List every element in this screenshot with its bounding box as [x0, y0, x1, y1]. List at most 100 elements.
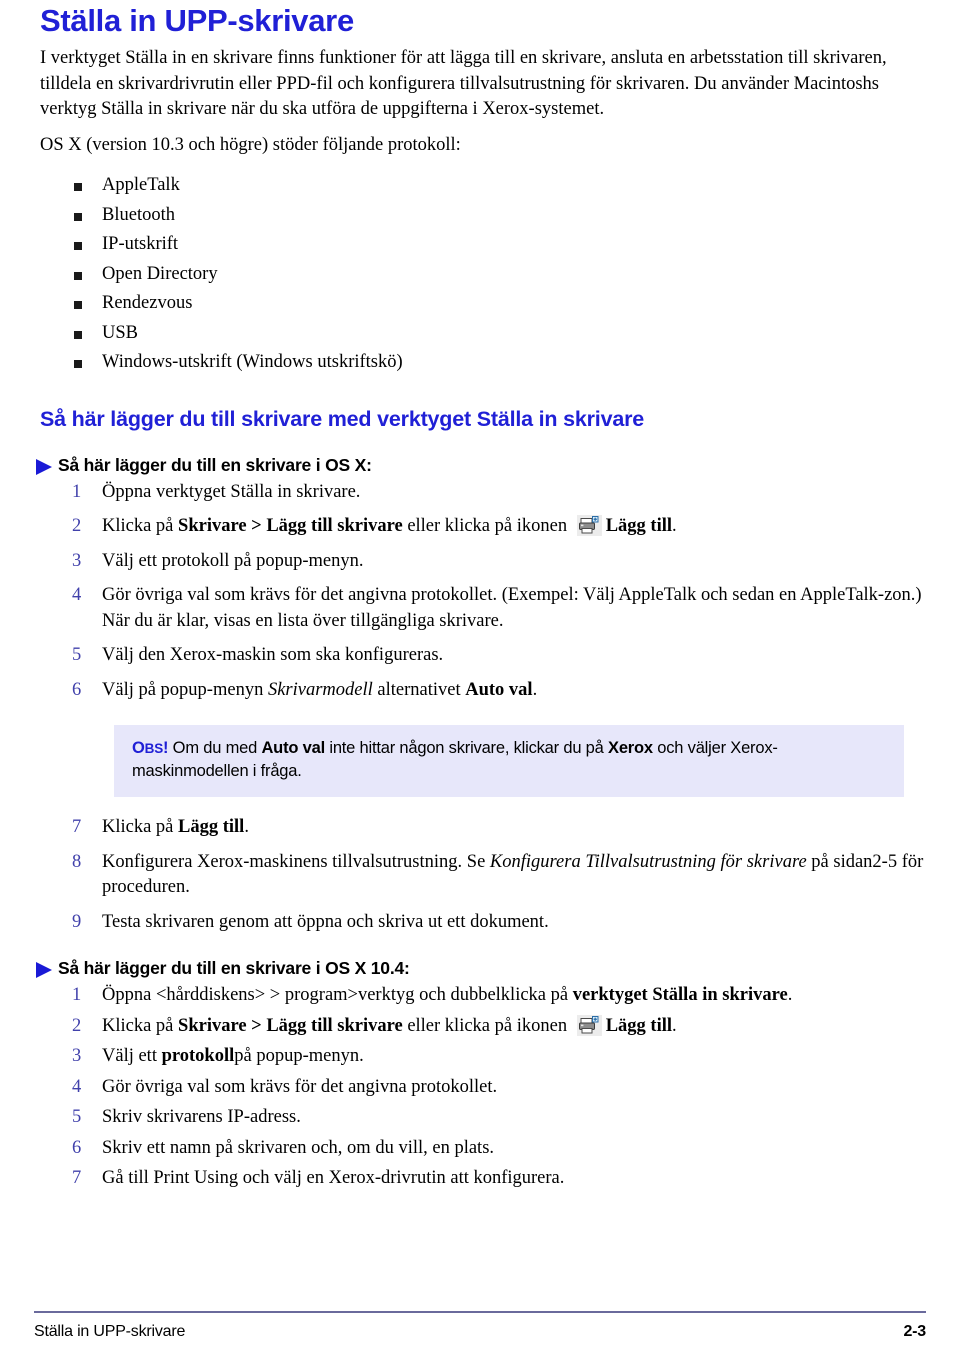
- list-item: Rendezvous: [34, 289, 926, 319]
- step-item: 6 Skriv ett namn på skrivaren och, om du …: [34, 1136, 926, 1162]
- list-item-label: IP-utskrift: [102, 234, 179, 254]
- text-run: eller klicka på ikonen: [402, 516, 572, 536]
- text-run: Öppna <hårddiskens> > program>verktyg oc…: [102, 985, 573, 1005]
- emphasis-bold: Xerox: [608, 739, 653, 757]
- square-bullet-icon: [74, 301, 82, 309]
- emphasis-bold: Lägg till: [605, 1015, 672, 1036]
- footer-page-number: 2-3: [903, 1323, 926, 1340]
- text-run: Välj ett protokoll på popup-menyn.: [102, 550, 364, 571]
- square-bullet-icon: [74, 212, 82, 221]
- emphasis-bold: protokoll: [161, 1046, 235, 1066]
- step-number: 6: [72, 679, 82, 700]
- step-item: 2 Klicka på Skrivare > Lägg till skrivare…: [34, 1014, 926, 1040]
- step-text: Välj ett protokollpå popup-menyn.: [102, 1046, 364, 1066]
- text-run: Klicka på: [102, 516, 179, 536]
- text-run: alternativet: [372, 679, 466, 700]
- list-item: Windows-utskrift (Windows utskriftskö): [34, 348, 926, 378]
- page-title: Ställa in UPP-skrivare: [40, 3, 354, 38]
- step-number: 2: [72, 516, 82, 536]
- arrow-right-icon: [34, 961, 58, 979]
- protocols-intro-text: OS X (version 10.3 och högre) stöder föl…: [40, 134, 461, 155]
- step-number: 5: [72, 645, 82, 665]
- text-run: Välj på popup-menyn: [102, 679, 268, 700]
- text-run: Gör övriga val som krävs för det angivna…: [102, 1076, 498, 1097]
- arrow-right-icon: [34, 458, 58, 476]
- step-item: 2 Klicka på Skrivare > Lägg till skrivare…: [34, 514, 926, 540]
- text-run: Gör övriga val som krävs för det angivna…: [102, 585, 922, 631]
- step-number: 5: [72, 1107, 82, 1127]
- step-number: 3: [72, 1046, 82, 1066]
- emphasis-italic: Konfigurera Tillvalsutrustning för skriv…: [489, 851, 807, 872]
- step-text: Skriv skrivarens IP-adress.: [102, 1107, 301, 1127]
- step-text: Välj på popup-menyn Skrivarmodell altern…: [102, 680, 537, 700]
- text-run: Välj den Xerox-maskin som ska konfigurer…: [102, 645, 444, 665]
- emphasis-bold: Auto val: [261, 739, 325, 757]
- emphasis-bold: Lägg till: [178, 817, 245, 837]
- printer-add-icon: [576, 515, 602, 536]
- square-bullet-icon: [74, 242, 82, 250]
- square-bullet-icon: [74, 330, 82, 339]
- step-item: 4 Gör övriga val som krävs för det angivn…: [34, 583, 926, 634]
- emphasis-bold: verktyget Ställa in skrivare: [572, 985, 788, 1005]
- steps-osx: 1 Öppna verktyget Ställa in skrivare. 2 Kli…: [34, 480, 926, 704]
- note-box: OBS! Om du med Auto val inte hittar någo…: [114, 725, 904, 797]
- text-run: Öppna verktyget Ställa in skrivare.: [102, 481, 361, 502]
- document-page: Ställa in UPP-skrivare I verktyget Ställ…: [0, 4, 960, 1363]
- step-number: 4: [72, 585, 82, 605]
- square-bullet-icon: [74, 271, 82, 280]
- text-run: .: [532, 679, 538, 700]
- text-run: Klicka på: [102, 817, 179, 837]
- list-item-label: Bluetooth: [102, 204, 175, 225]
- step-item: 5 Välj den Xerox-maskin som ska konfigure…: [34, 643, 926, 669]
- text-run: Klicka på: [102, 1015, 179, 1036]
- step-number: 7: [72, 1168, 82, 1188]
- emphasis-italic: Skrivarmodell: [267, 679, 373, 700]
- emphasis-bold: Skrivare > Lägg till skrivare: [178, 1015, 403, 1036]
- text-run: .: [787, 985, 793, 1005]
- step-number: 8: [72, 851, 82, 872]
- note-body: Om du med Auto val inte hittar någon skr…: [132, 739, 778, 780]
- list-item-label: Windows-utskrift (Windows utskriftskö): [102, 352, 403, 372]
- text-run: Skriv ett namn på skrivaren och, om du v…: [102, 1137, 495, 1158]
- step-text: Skriv ett namn på skrivaren och, om du v…: [102, 1138, 494, 1158]
- step-text: Klicka på Skrivare > Lägg till skrivare …: [102, 515, 677, 536]
- printer-add-icon: [576, 1014, 602, 1036]
- intro-paragraph: I verktyget Ställa in en skrivare finns …: [40, 48, 887, 119]
- step-item: 3 Välj ett protokollpå popup-menyn.: [34, 1044, 926, 1070]
- text-run: eller klicka på ikonen: [402, 1015, 572, 1036]
- step-item: 9 Testa skrivaren genom att öppna och skr…: [34, 910, 926, 936]
- step-text: Testa skrivaren genom att öppna och skri…: [102, 912, 549, 932]
- protocol-list: AppleTalk Bluetooth IP-utskrift Open Direct…: [34, 171, 926, 378]
- section-heading: Så här lägger du till skrivare med verkt…: [40, 406, 645, 431]
- step-number: 3: [72, 550, 82, 571]
- text-run: .: [672, 1015, 677, 1036]
- procedure-heading-osx-label: Så här lägger du till en skrivare i OS X…: [58, 454, 372, 475]
- step-text: Gör övriga val som krävs för det angivna…: [102, 1077, 497, 1097]
- text-run: Testa skrivaren genom att öppna och skri…: [102, 911, 549, 932]
- procedure-heading-osx104: Så här lägger du till en skrivare i OS X…: [34, 957, 926, 979]
- list-item-label: USB: [102, 322, 138, 343]
- text-run: Välj ett: [102, 1046, 162, 1066]
- step-number: 2: [72, 1015, 82, 1036]
- step-text: Öppna <hårddiskens> > program>verktyg oc…: [102, 985, 792, 1005]
- emphasis-bold: Lägg till: [605, 516, 672, 536]
- step-text: Välj den Xerox-maskin som ska konfigurer…: [102, 645, 443, 665]
- text-run: på popup-menyn.: [234, 1046, 364, 1066]
- list-item: USB: [34, 319, 926, 349]
- text-run: .: [672, 516, 677, 536]
- step-item: 7 Klicka på Lägg till.: [34, 815, 926, 841]
- step-item: 8 Konfigurera Xerox-maskinens tillvalsutr…: [34, 850, 926, 901]
- step-item: 5 Skriv skrivarens IP-adress.: [34, 1105, 926, 1131]
- text-run: Skriv skrivarens IP-adress.: [102, 1107, 301, 1127]
- procedure-heading-osx: Så här lägger du till en skrivare i OS X…: [34, 454, 926, 476]
- emphasis-bold: Skrivare > Lägg till skrivare: [178, 516, 403, 536]
- step-number: 4: [72, 1076, 82, 1097]
- square-bullet-icon: [74, 183, 82, 191]
- list-item-label: AppleTalk: [102, 175, 180, 195]
- step-text: Gör övriga val som krävs för det angivna…: [102, 585, 922, 631]
- step-text: Konfigurera Xerox-maskinens tillvalsutru…: [102, 852, 923, 898]
- list-item: AppleTalk: [34, 171, 926, 201]
- step-item: 1 Öppna <hårddiskens> > program>verktyg o…: [34, 983, 926, 1009]
- text-run: Gå till Print Using och välj en Xerox-dr…: [102, 1168, 565, 1188]
- text-run: .: [244, 817, 249, 837]
